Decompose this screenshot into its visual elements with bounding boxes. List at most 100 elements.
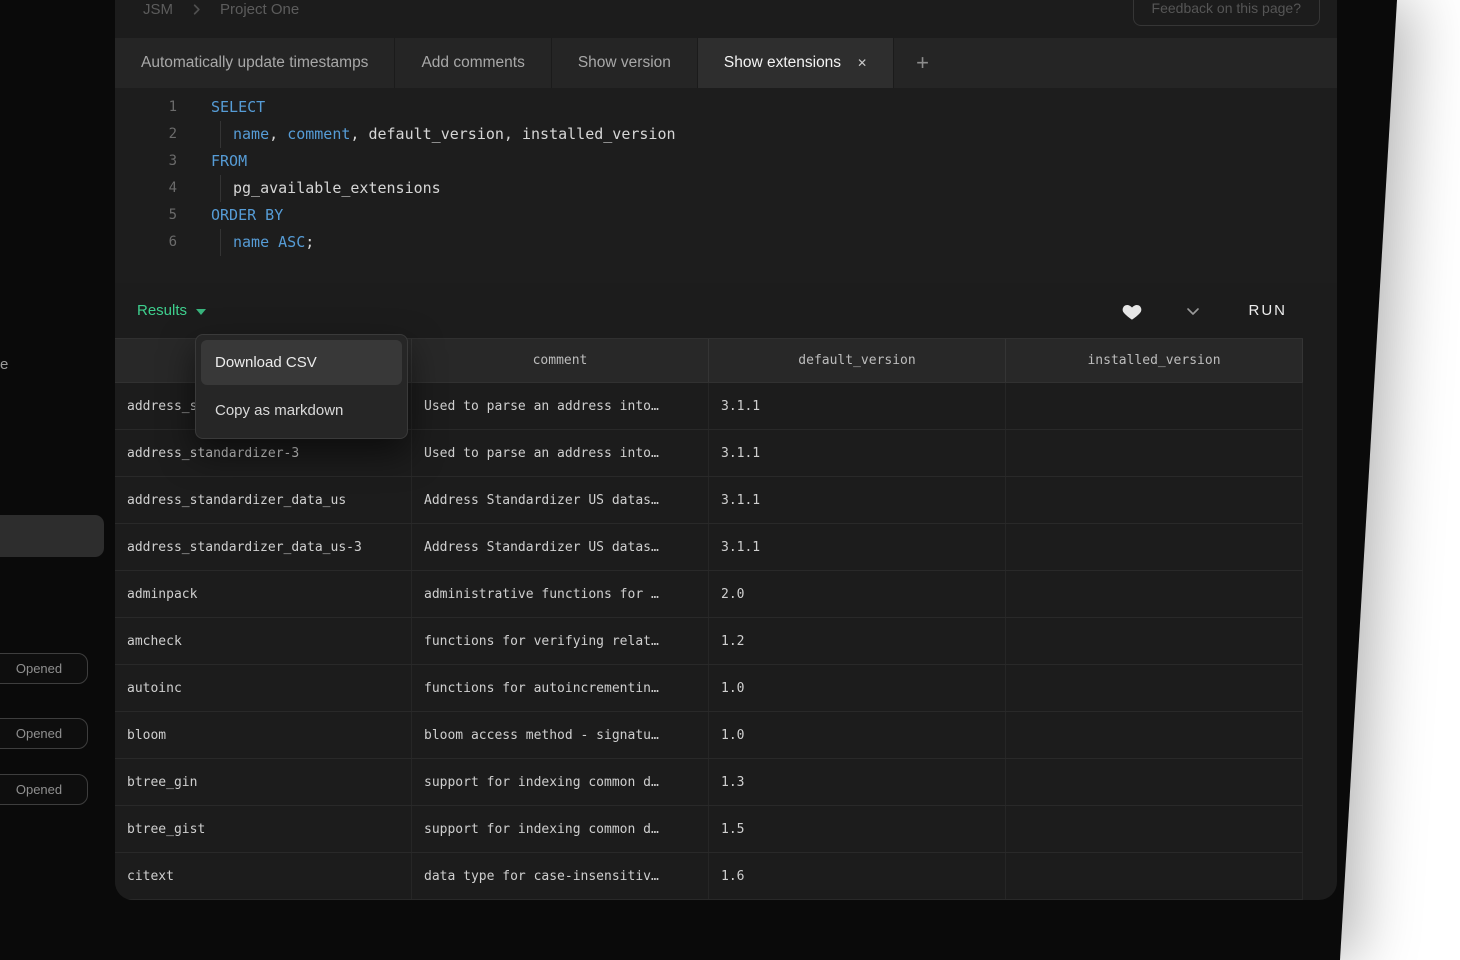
menu-item-copy-as-markdown[interactable]: Copy as markdown — [201, 388, 402, 433]
table-cell[interactable]: 1.5 — [709, 806, 1006, 852]
table-cell[interactable] — [1006, 430, 1303, 476]
table-row: autoincfunctions for autoincrementin…1.0 — [115, 665, 1303, 712]
table-cell[interactable]: 1.2 — [709, 618, 1006, 664]
table-cell[interactable]: address_standardizer_data_us — [115, 477, 412, 523]
table-cell[interactable]: data type for case-insensitiv… — [412, 853, 709, 899]
tab-automatically-update-timestamps[interactable]: Automatically update timestamps — [115, 38, 395, 88]
breadcrumb-chevron-icon — [189, 2, 204, 17]
table-row: adminpackadministrative functions for …2… — [115, 571, 1303, 618]
table-cell[interactable]: Used to parse an address into… — [412, 383, 709, 429]
window-header: JSM Project One Feedback on this page? — [115, 0, 1337, 38]
results-context-menu: Download CSVCopy as markdown — [195, 334, 408, 439]
table-cell[interactable]: autoinc — [115, 665, 412, 711]
sidebar-badges: Opened Opened Opened — [0, 0, 110, 960]
collapse-results-button[interactable] — [1185, 303, 1201, 319]
table-cell[interactable]: amcheck — [115, 618, 412, 664]
table-cell[interactable]: 3.1.1 — [709, 383, 1006, 429]
table-cell[interactable]: 1.0 — [709, 665, 1006, 711]
table-cell[interactable] — [1006, 618, 1303, 664]
table-cell[interactable]: address_standardizer_data_us-3 — [115, 524, 412, 570]
table-row: address_standardizer_data_us-3Address St… — [115, 524, 1303, 571]
table-row: amcheckfunctions for verifying relat…1.2 — [115, 618, 1303, 665]
results-bar: Results RUN — [115, 283, 1337, 338]
tab-label: Show version — [578, 54, 671, 72]
column-header-comment[interactable]: comment — [412, 339, 709, 382]
table-cell[interactable]: 2.0 — [709, 571, 1006, 617]
menu-item-download-csv[interactable]: Download CSV — [201, 340, 402, 385]
table-cell[interactable]: 3.1.1 — [709, 430, 1006, 476]
opened-badge[interactable]: Opened — [0, 718, 88, 749]
line-number: 1 — [115, 94, 186, 121]
code-line[interactable]: 6 name ASC; — [115, 229, 1337, 256]
tab-add-comments[interactable]: Add comments — [395, 38, 551, 88]
heart-icon — [1121, 301, 1143, 321]
table-cell[interactable]: 1.0 — [709, 712, 1006, 758]
table-cell[interactable] — [1006, 571, 1303, 617]
run-button[interactable]: RUN — [1243, 301, 1294, 320]
tab-label: Automatically update timestamps — [141, 54, 368, 72]
results-bar-actions: RUN — [1121, 301, 1294, 321]
table-cell[interactable] — [1006, 759, 1303, 805]
code-text: SELECT — [211, 94, 265, 121]
table-cell[interactable]: bloom access method - signatu… — [412, 712, 709, 758]
opened-badge[interactable]: Opened — [0, 653, 88, 684]
table-cell[interactable]: citext — [115, 853, 412, 899]
table-cell[interactable]: 3.1.1 — [709, 477, 1006, 523]
table-cell[interactable] — [1006, 383, 1303, 429]
code-text: FROM — [211, 148, 247, 175]
sql-editor[interactable]: 1 SELECT2name, comment, default_version, … — [115, 88, 1337, 283]
line-number: 2 — [115, 121, 186, 148]
table-cell[interactable]: 1.6 — [709, 853, 1006, 899]
table-cell[interactable] — [1006, 524, 1303, 570]
favorite-button[interactable] — [1121, 301, 1143, 321]
tab-show-extensions[interactable]: Show extensions ✕ — [698, 38, 894, 88]
table-cell[interactable]: Address Standardizer US datas… — [412, 477, 709, 523]
table-cell[interactable]: Used to parse an address into… — [412, 430, 709, 476]
line-number: 6 — [115, 229, 186, 256]
table-cell[interactable]: functions for autoincrementin… — [412, 665, 709, 711]
table-cell[interactable]: support for indexing common d… — [412, 759, 709, 805]
table-cell[interactable]: Address Standardizer US datas… — [412, 524, 709, 570]
code-line[interactable]: 1 SELECT — [115, 94, 1337, 121]
table-cell[interactable]: 3.1.1 — [709, 524, 1006, 570]
code-line[interactable]: 3FROM — [115, 148, 1337, 175]
tab-label: Show extensions — [724, 54, 841, 72]
table-row: btree_ginsupport for indexing common d…1… — [115, 759, 1303, 806]
chevron-down-icon — [1185, 303, 1201, 319]
table-cell[interactable] — [1006, 712, 1303, 758]
table-row: citextdata type for case-insensitiv…1.6 — [115, 853, 1303, 900]
close-tab-icon[interactable]: ✕ — [857, 56, 867, 70]
new-tab-button[interactable]: + — [894, 38, 951, 88]
tab-list: Automatically update timestamps Add comme… — [115, 38, 894, 88]
table-cell[interactable]: functions for verifying relat… — [412, 618, 709, 664]
tab-show-version[interactable]: Show version — [552, 38, 698, 88]
table-cell[interactable]: support for indexing common d… — [412, 806, 709, 852]
table-cell[interactable]: btree_gist — [115, 806, 412, 852]
table-cell[interactable] — [1006, 853, 1303, 899]
table-body: address_standardizerUsed to parse an add… — [115, 383, 1303, 900]
column-header-installed-version[interactable]: installed_version — [1006, 339, 1303, 382]
table-cell[interactable]: btree_gin — [115, 759, 412, 805]
table-row: address_standardizer_data_usAddress Stan… — [115, 477, 1303, 524]
feedback-button[interactable]: Feedback on this page? — [1133, 0, 1320, 26]
table-cell[interactable]: bloom — [115, 712, 412, 758]
opened-badge[interactable]: Opened — [0, 774, 88, 805]
line-number: 5 — [115, 202, 186, 229]
table-cell[interactable]: adminpack — [115, 571, 412, 617]
results-dropdown-label: Results — [137, 302, 187, 319]
column-header-default-version[interactable]: default_version — [709, 339, 1006, 382]
breadcrumb-project[interactable]: Project One — [220, 1, 299, 18]
table-cell[interactable] — [1006, 806, 1303, 852]
code-line[interactable]: 4pg_available_extensions — [115, 175, 1337, 202]
breadcrumb-org[interactable]: JSM — [143, 1, 173, 18]
code-line[interactable]: 2name, comment, default_version, install… — [115, 121, 1337, 148]
table-cell[interactable]: 1.3 — [709, 759, 1006, 805]
code-text: name ASC; — [211, 229, 314, 256]
results-dropdown[interactable]: Results — [137, 302, 206, 319]
code-line[interactable]: 5 ORDER BY — [115, 202, 1337, 229]
table-cell[interactable] — [1006, 665, 1303, 711]
breadcrumb: JSM Project One — [115, 0, 299, 18]
table-cell[interactable] — [1006, 477, 1303, 523]
table-cell[interactable]: administrative functions for … — [412, 571, 709, 617]
code-text: ORDER BY — [211, 202, 283, 229]
